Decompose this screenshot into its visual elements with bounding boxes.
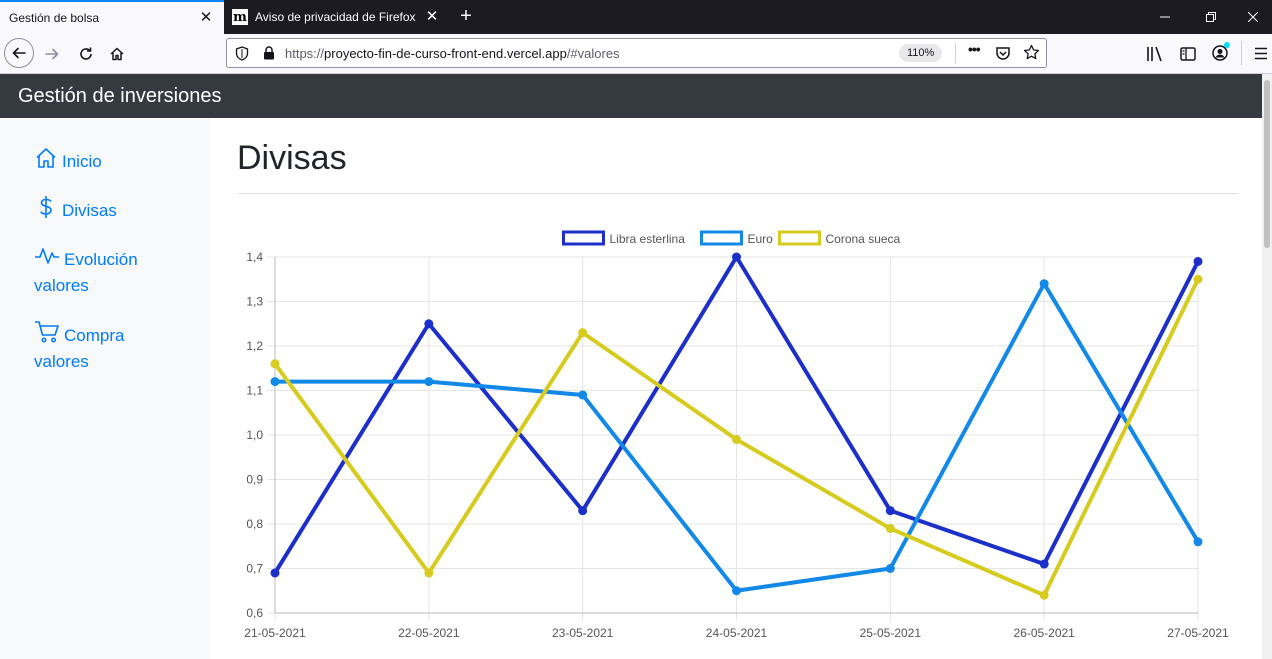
x-tick-label: 26-05-2021 [1013, 626, 1075, 640]
library-icon[interactable] [1146, 46, 1164, 62]
currency-line-chart: 0,6 0,7 0,8 0,9 1,0 1,1 1,2 1,3 1,4 21-05-2021 22-… [244, 230, 1229, 640]
x-tick-label: 24-05-2021 [706, 626, 768, 640]
legend-label: Euro [748, 232, 774, 246]
tab-title: Aviso de privacidad de Firefox [255, 10, 416, 24]
bookmark-star-icon[interactable] [1023, 44, 1040, 61]
minimize-icon[interactable] [1142, 0, 1188, 34]
x-tick-label: 27-05-2021 [1167, 626, 1229, 640]
zoom-indicator[interactable]: 110% [899, 44, 943, 62]
data-point [1193, 274, 1203, 284]
sidebar-item-label: Evolución [64, 250, 138, 269]
app-header: Gestión de inversiones [0, 74, 1262, 118]
sidebar-item-compra-valores[interactable]: Compra valores [34, 320, 194, 375]
x-tick-label: 22-05-2021 [398, 626, 460, 640]
y-tick-label: 1,1 [246, 384, 263, 398]
url-scheme: https:// [285, 46, 325, 61]
restore-icon[interactable] [1188, 0, 1234, 34]
y-tick-label: 0,6 [246, 606, 263, 620]
pocket-icon[interactable] [995, 45, 1011, 61]
lock-icon[interactable] [263, 46, 275, 60]
y-tick-label: 1,2 [246, 339, 263, 353]
data-point [578, 390, 588, 400]
data-point [270, 568, 280, 578]
home-icon[interactable] [103, 40, 131, 68]
browser-tab-bar: Gestión de bolsa ✕ m Aviso de privacidad… [0, 0, 1272, 34]
data-point [424, 319, 434, 329]
page-actions-icon[interactable]: ••• [968, 41, 981, 57]
data-point [1039, 559, 1049, 569]
sidebar-item-label-line2: valores [34, 352, 89, 371]
tab-gestion-de-bolsa[interactable]: Gestión de bolsa ✕ [0, 0, 224, 34]
data-point [270, 359, 280, 369]
legend-label: Corona sueca [826, 232, 901, 246]
tab-aviso-privacidad[interactable]: m Aviso de privacidad de Firefox ✕ [224, 0, 450, 34]
browser-toolbar: https://proyecto-fin-de-curso-front-end.… [0, 34, 1272, 74]
data-point [732, 586, 741, 596]
data-point [732, 434, 741, 444]
scrollbar-thumb[interactable] [1264, 80, 1270, 248]
data-point [424, 568, 434, 578]
house-icon [36, 148, 56, 168]
reload-icon[interactable] [72, 40, 100, 68]
forward-icon[interactable] [38, 40, 66, 68]
sidebar-item-label-line2: valores [34, 276, 89, 295]
y-tick-label: 1,4 [246, 250, 263, 264]
data-point [1193, 256, 1203, 266]
menu-icon[interactable] [1254, 47, 1268, 60]
data-point [1193, 537, 1203, 547]
data-point [1039, 279, 1049, 289]
close-tab-icon[interactable]: ✕ [424, 9, 440, 25]
data-point [1039, 590, 1049, 600]
data-point [578, 506, 588, 516]
window-close-icon[interactable] [1230, 0, 1272, 34]
cart-icon [35, 321, 59, 343]
divider [955, 43, 956, 63]
back-icon[interactable] [4, 38, 34, 68]
x-tick-label: 21-05-2021 [244, 626, 306, 640]
data-point [885, 523, 895, 533]
data-point [885, 506, 895, 516]
legend-swatch [562, 230, 605, 246]
data-point [732, 252, 741, 262]
dollar-icon [40, 196, 52, 218]
y-tick-label: 1,3 [246, 295, 263, 309]
url-text[interactable]: https://proyecto-fin-de-curso-front-end.… [285, 46, 620, 61]
sidebar-item-label: Inicio [62, 152, 102, 171]
tab-title: Gestión de bolsa [9, 11, 100, 25]
sidebar-item-label: Compra [64, 326, 125, 345]
sidebar-item-evolucion-valores[interactable]: Evolución valores [34, 244, 194, 299]
data-point [270, 377, 280, 387]
page-title: Divisas [237, 139, 347, 177]
x-tick-label: 25-05-2021 [860, 626, 922, 640]
title-divider [237, 193, 1238, 194]
shield-icon[interactable] [235, 46, 249, 61]
account-icon[interactable] [1212, 42, 1230, 61]
y-tick-label: 0,7 [246, 562, 263, 576]
sidebar-toggle-icon[interactable] [1180, 46, 1196, 62]
data-point [578, 328, 588, 338]
sidebar-item-divisas[interactable]: Divisas [34, 195, 194, 224]
sidebar-item-label: Divisas [62, 201, 117, 220]
legend-label: Libra esterlina [610, 232, 686, 246]
url-path: /#valores [566, 46, 620, 61]
data-point [424, 377, 434, 387]
y-tick-label: 0,8 [246, 517, 263, 531]
close-tab-icon[interactable]: ✕ [198, 10, 214, 26]
x-tick-label: 23-05-2021 [552, 626, 614, 640]
new-tab-icon[interactable]: + [456, 6, 476, 27]
app-title[interactable]: Gestión de inversiones [18, 85, 221, 107]
data-point [885, 564, 895, 573]
sidebar-item-inicio[interactable]: Inicio [34, 146, 194, 175]
y-tick-label: 0,9 [246, 473, 263, 487]
legend-swatch [700, 230, 743, 246]
url-bar[interactable]: https://proyecto-fin-de-curso-front-end.… [226, 38, 1047, 68]
notification-dot [1224, 42, 1230, 48]
activity-icon [35, 248, 59, 264]
url-host: proyecto-fin-de-curso-front-end.vercel.a… [324, 46, 567, 61]
divider [1241, 41, 1242, 65]
legend-swatch [778, 230, 821, 246]
y-tick-label: 1,0 [246, 428, 263, 442]
site-favicon-icon: m [232, 9, 248, 25]
